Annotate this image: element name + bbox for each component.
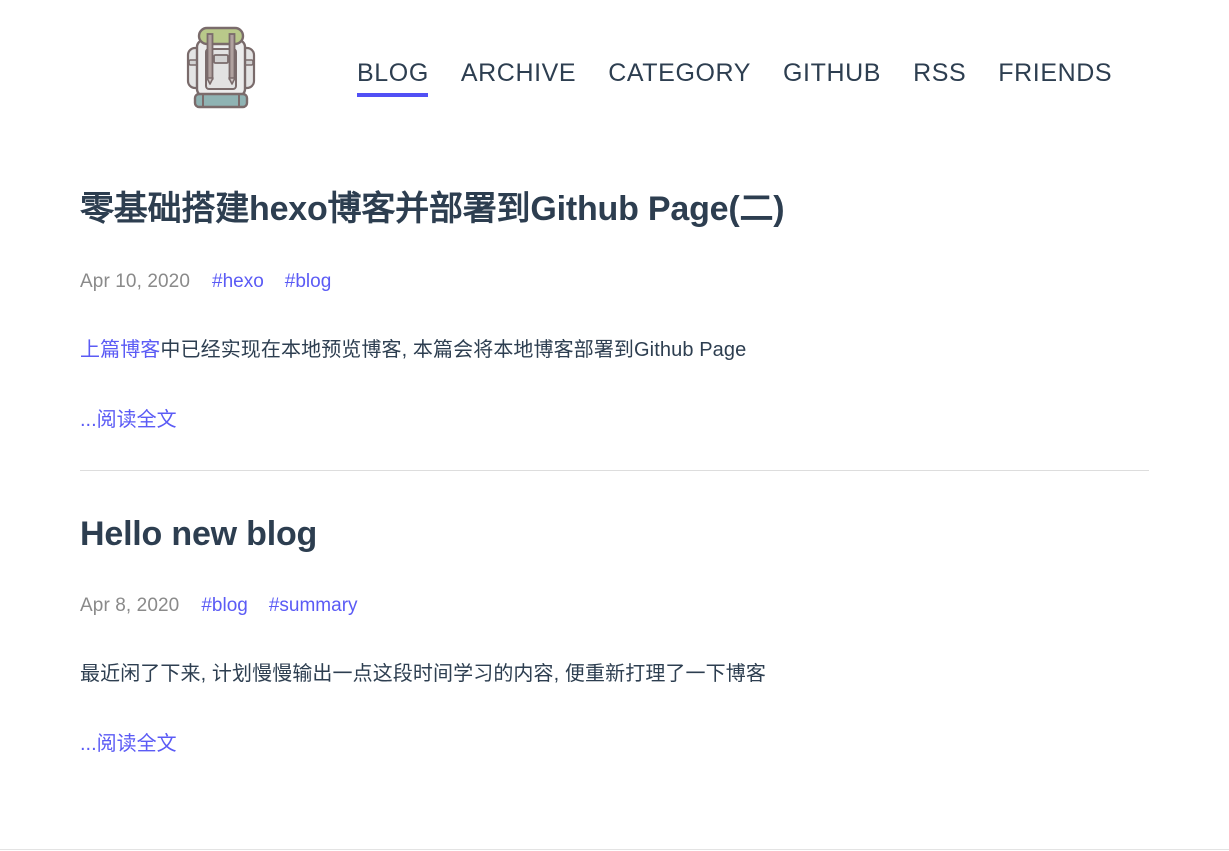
post-meta: Apr 10, 2020 #hexo #blog [80, 271, 1149, 293]
nav-item-rss[interactable]: RSS [913, 59, 966, 97]
post-tags: #blog #summary [201, 595, 357, 617]
excerpt-text: 中已经实现在本地预览博客, 本篇会将本地博客部署到Github Page [160, 338, 747, 361]
site-logo-link[interactable] [186, 22, 256, 114]
post-meta: Apr 8, 2020 #blog #summary [80, 595, 1149, 617]
nav-item-blog[interactable]: BLOG [357, 59, 429, 97]
main-navigation: BLOG ARCHIVE CATEGORY GITHUB RSS FRIENDS [357, 22, 1112, 97]
backpack-icon [186, 22, 256, 114]
nav-item-github[interactable]: GITHUB [783, 59, 881, 97]
post-title-link[interactable]: 零基础搭建hexo博客并部署到Github Page(二) [80, 188, 1149, 231]
post-tag[interactable]: #hexo [212, 271, 264, 293]
read-more-link[interactable]: ...阅读全文 [80, 403, 177, 432]
post-title-link[interactable]: Hello new blog [80, 513, 1149, 556]
post-tag[interactable]: #blog [201, 595, 248, 617]
nav-item-archive[interactable]: ARCHIVE [461, 59, 576, 97]
site-header: BLOG ARCHIVE CATEGORY GITHUB RSS FRIENDS [0, 0, 1229, 140]
read-more-link[interactable]: ...阅读全文 [80, 727, 177, 756]
excerpt-inline-link[interactable]: 上篇博客 [80, 339, 160, 361]
nav-item-friends[interactable]: FRIENDS [998, 59, 1112, 97]
post-tags: #hexo #blog [212, 271, 331, 293]
post-list-item: 零基础搭建hexo博客并部署到Github Page(二) Apr 10, 20… [80, 188, 1149, 471]
post-tag[interactable]: #blog [285, 271, 332, 293]
post-tag[interactable]: #summary [269, 595, 358, 617]
excerpt-text: 最近闲了下来, 计划慢慢输出一点这段时间学习的内容, 便重新打理了一下博客 [80, 663, 766, 685]
post-list-item: Hello new blog Apr 8, 2020 #blog #summar… [80, 471, 1149, 757]
post-date: Apr 10, 2020 [80, 270, 191, 292]
post-date: Apr 8, 2020 [80, 595, 180, 616]
nav-item-category[interactable]: CATEGORY [608, 59, 751, 97]
page-bottom-rule [0, 849, 1229, 850]
post-excerpt: 上篇博客中已经实现在本地预览博客, 本篇会将本地博客部署到Github Page [80, 335, 1149, 365]
post-excerpt: 最近闲了下来, 计划慢慢输出一点这段时间学习的内容, 便重新打理了一下博客 [80, 659, 1149, 689]
post-list: 零基础搭建hexo博客并部署到Github Page(二) Apr 10, 20… [0, 188, 1229, 756]
